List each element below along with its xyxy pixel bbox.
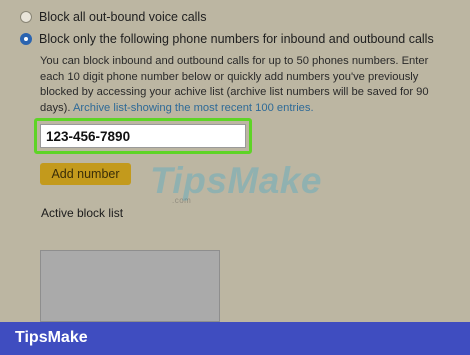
footer-bar: TipsMake [0, 322, 470, 355]
active-block-list[interactable] [40, 250, 220, 322]
block-listed-radio[interactable] [20, 33, 32, 45]
block-all-label: Block all out-bound voice calls [39, 10, 207, 24]
block-listed-label: Block only the following phone numbers f… [39, 32, 434, 46]
block-all-radio[interactable] [20, 11, 32, 23]
watermark-sub: .com [172, 196, 192, 205]
active-block-list-title: Active block list [41, 206, 124, 220]
watermark-brand: TipsMake [150, 160, 322, 201]
footer-brand: TipsMake [15, 329, 88, 346]
block-all-option[interactable]: Block all out-bound voice calls [20, 10, 206, 24]
phone-input-highlight [34, 118, 252, 154]
block-listed-option[interactable]: Block only the following phone numbers f… [20, 32, 434, 46]
add-number-button[interactable]: Add number [40, 163, 131, 185]
phone-number-input[interactable] [40, 124, 246, 148]
settings-panel: Block all out-bound voice calls Block on… [0, 0, 470, 322]
block-description: You can block inbound and outbound calls… [40, 54, 452, 116]
archive-list-link[interactable]: Archive list-showing the most recent 100… [73, 102, 314, 114]
watermark: TipsMake .com [150, 160, 322, 205]
